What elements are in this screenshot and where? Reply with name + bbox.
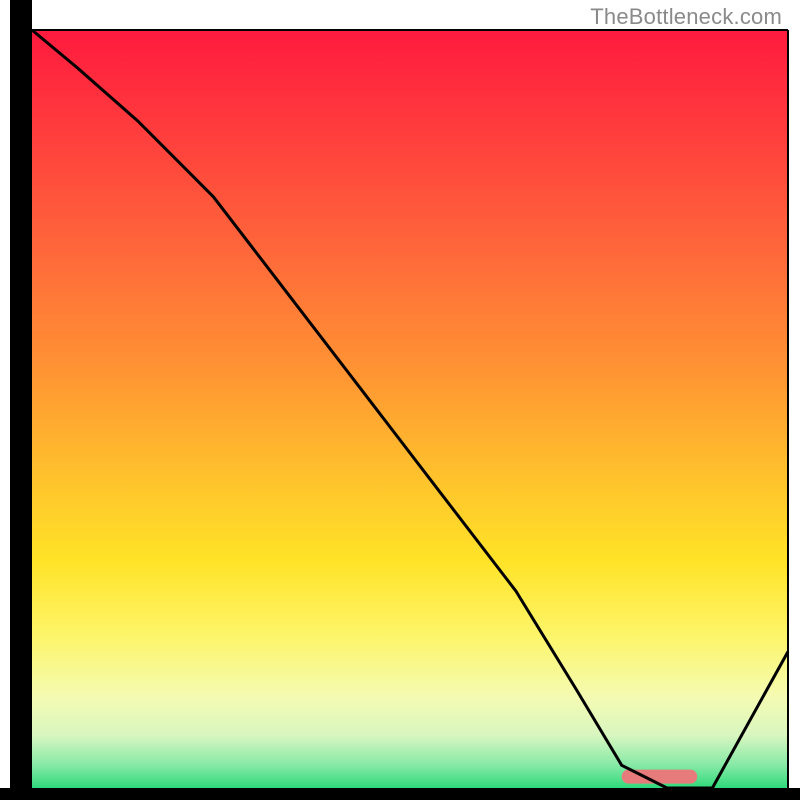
y-axis <box>10 0 32 800</box>
watermark-text: TheBottleneck.com <box>590 4 782 30</box>
x-axis <box>0 788 800 800</box>
bottleneck-chart <box>0 0 800 800</box>
chart-container: TheBottleneck.com <box>0 0 800 800</box>
chart-background <box>32 30 788 788</box>
